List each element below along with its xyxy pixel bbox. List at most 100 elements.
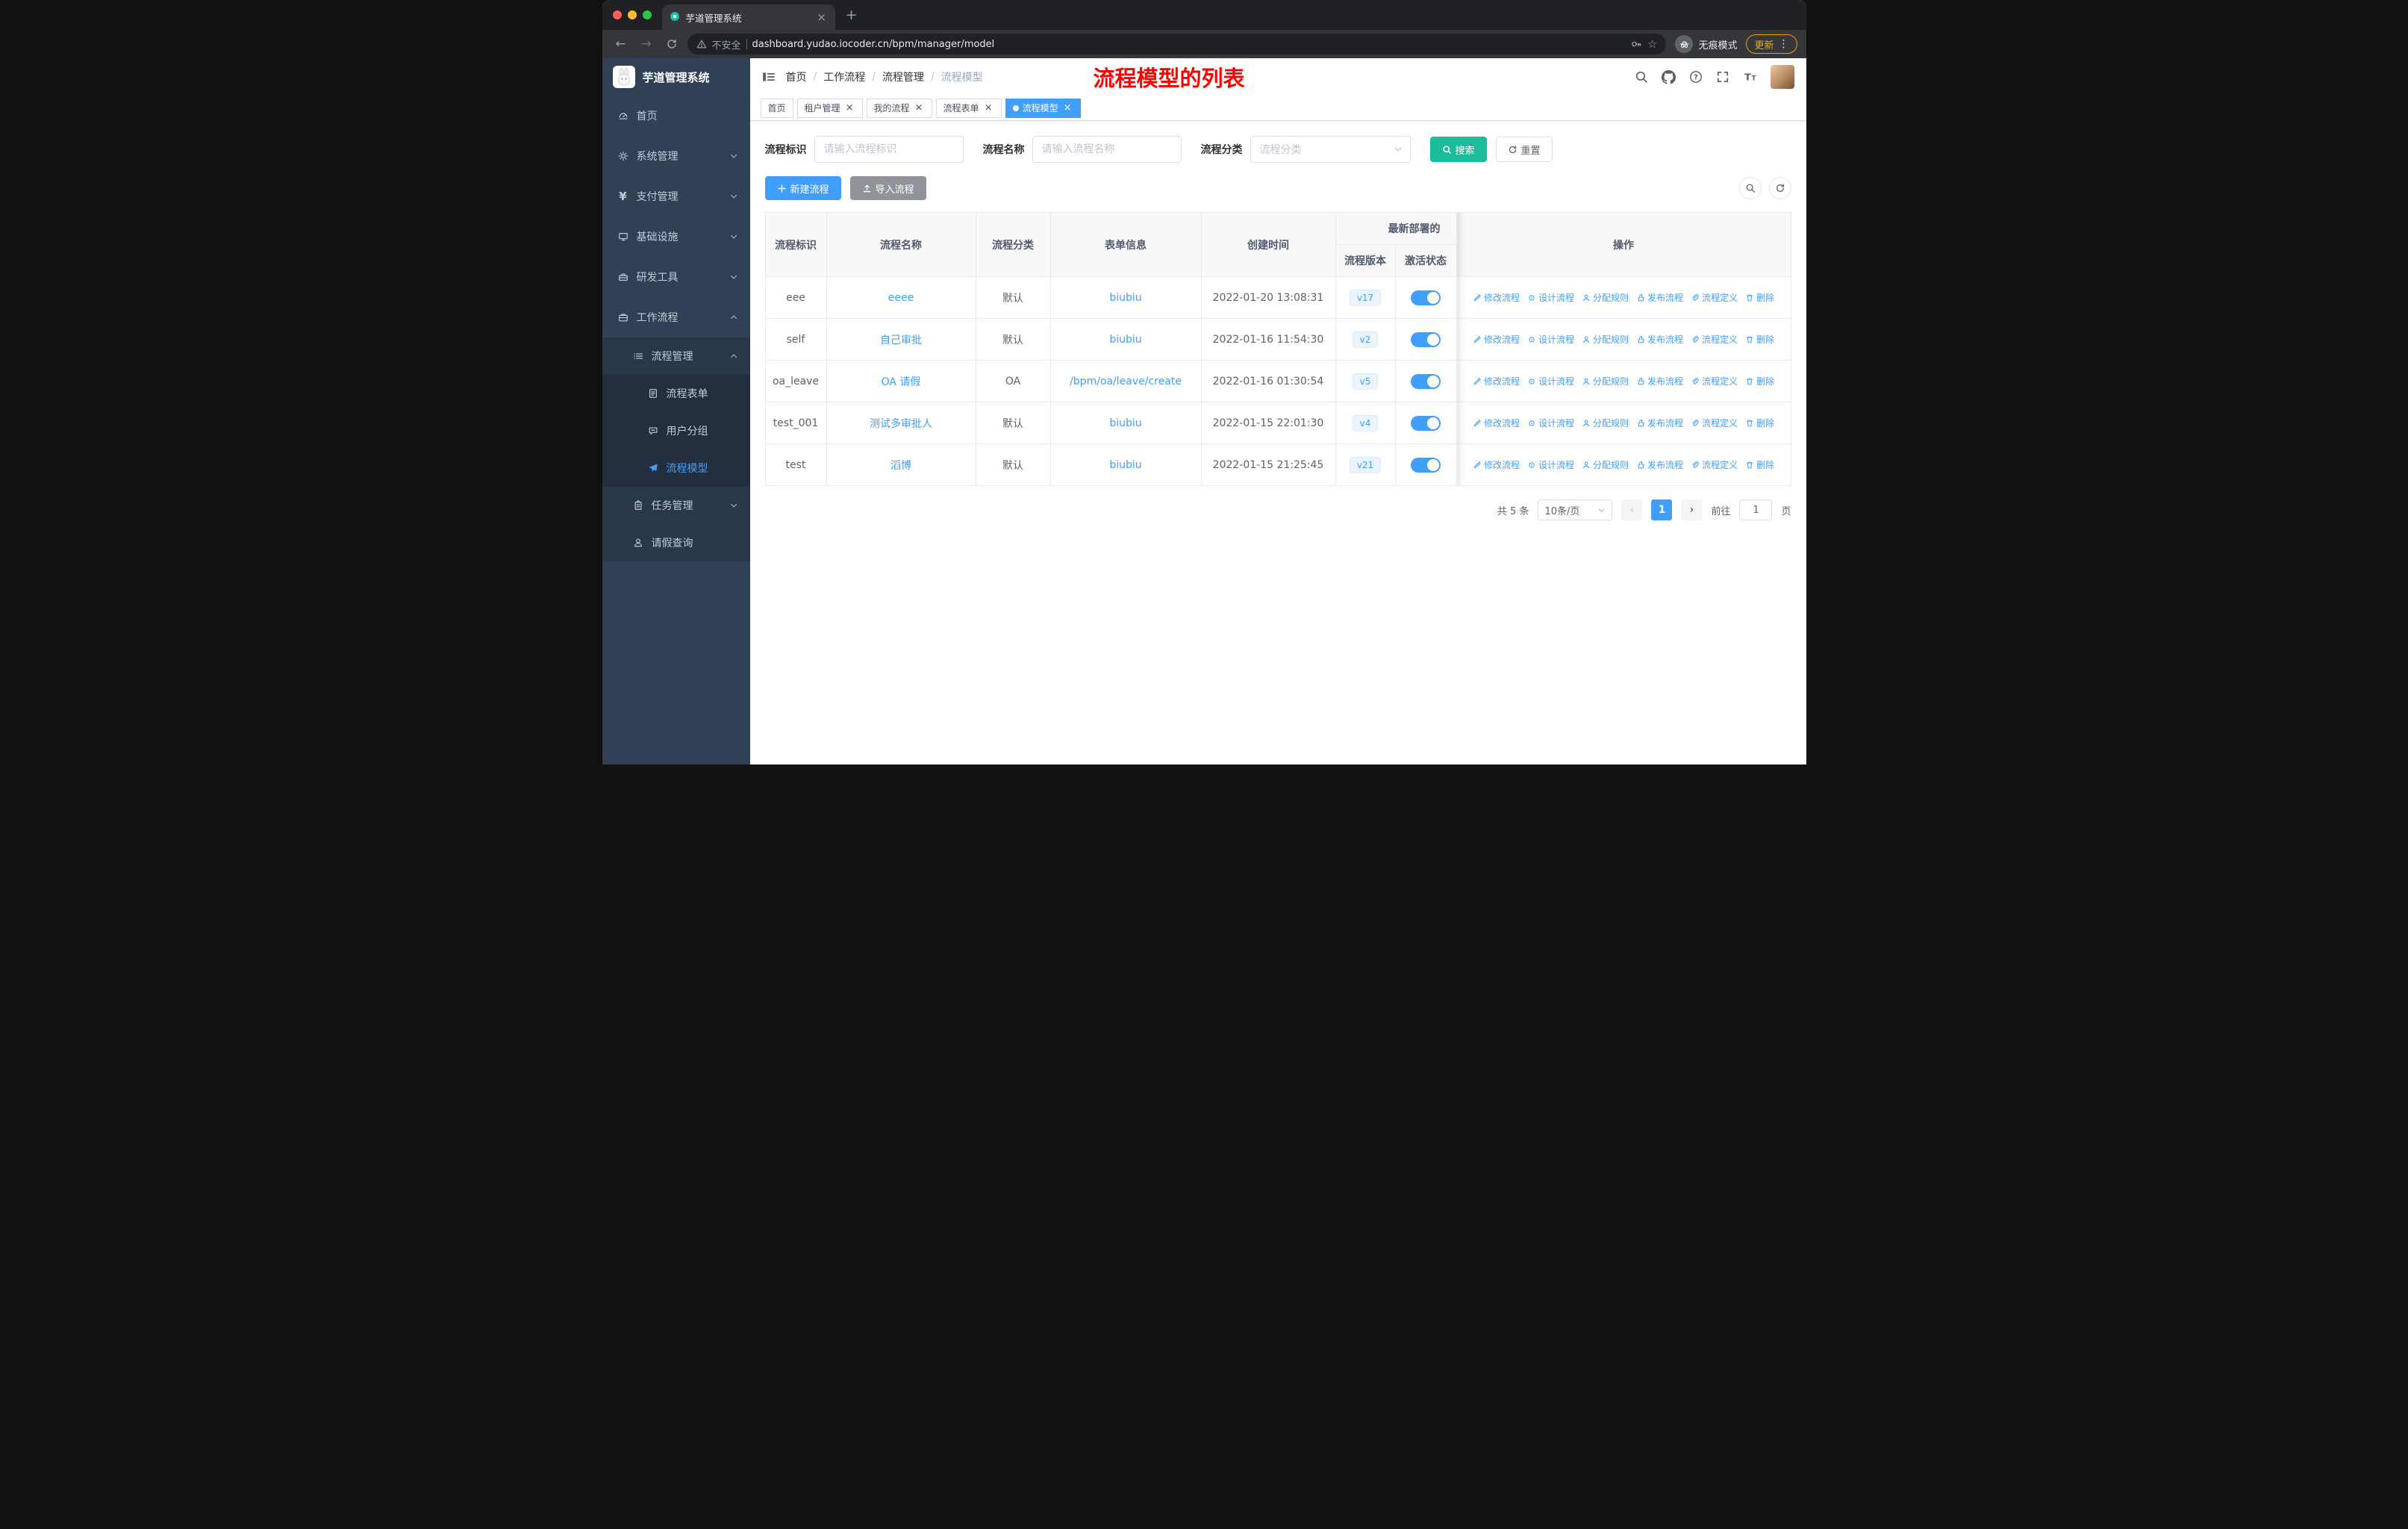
font-size-icon[interactable]: TT [1743, 70, 1757, 84]
action-delete-link[interactable]: 删除 [1745, 333, 1774, 346]
create-process-button[interactable]: 新建流程 [764, 176, 841, 200]
incognito-indicator[interactable]: 无痕模式 [1672, 35, 1740, 53]
fullscreen-icon[interactable] [1716, 70, 1729, 84]
sidebar-item-leave-query[interactable]: 请假查询 [602, 524, 750, 561]
sidebar-item-devtools[interactable]: 研发工具 [602, 257, 750, 297]
active-toggle[interactable] [1411, 457, 1441, 473]
sidebar-item-payment[interactable]: ¥ 支付管理 [602, 176, 750, 217]
form-info-link[interactable]: biubiu [1109, 417, 1141, 429]
security-label[interactable]: 不安全 [712, 37, 741, 52]
sidebar-item-process-mgmt[interactable]: 流程管理 [602, 337, 750, 375]
close-icon[interactable]: × [983, 102, 994, 113]
search-button[interactable]: 搜索 [1429, 137, 1487, 162]
process-id-input[interactable] [814, 136, 964, 163]
action-publish-link[interactable]: 发布流程 [1636, 333, 1683, 346]
back-icon[interactable]: ← [611, 34, 631, 54]
action-assign-link[interactable]: 分配规则 [1582, 458, 1629, 471]
reset-button[interactable]: 重置 [1495, 137, 1553, 162]
action-publish-link[interactable]: 发布流程 [1636, 291, 1683, 304]
goto-page-input[interactable] [1739, 499, 1773, 520]
action-delete-link[interactable]: 删除 [1745, 375, 1774, 387]
github-icon[interactable] [1661, 69, 1676, 84]
hamburger-icon[interactable] [762, 70, 776, 84]
action-publish-link[interactable]: 发布流程 [1636, 458, 1683, 471]
key-icon[interactable] [1630, 38, 1642, 50]
url-text[interactable]: dashboard.yudao.iocoder.cn/bpm/manager/m… [752, 39, 1626, 50]
action-edit-link[interactable]: 修改流程 [1473, 458, 1520, 471]
action-design-link[interactable]: 设计流程 [1527, 333, 1574, 346]
action-design-link[interactable]: 设计流程 [1527, 458, 1574, 471]
process-name-link[interactable]: eeee [888, 292, 914, 304]
active-toggle[interactable] [1411, 290, 1441, 305]
process-name-link[interactable]: OA 请假 [882, 376, 921, 388]
process-name-link[interactable]: 自己审批 [880, 334, 922, 346]
prev-page-button[interactable]: ‹ [1621, 499, 1643, 520]
view-tag[interactable]: 流程模型 × [1005, 98, 1081, 118]
bookmark-star-icon[interactable]: ☆ [1647, 37, 1657, 51]
active-toggle[interactable] [1411, 415, 1441, 431]
forward-icon[interactable]: → [637, 34, 656, 54]
action-edit-link[interactable]: 修改流程 [1473, 417, 1520, 429]
sidebar-item-process-model[interactable]: 流程模型 [602, 449, 750, 487]
browser-tab[interactable]: 芋道管理系统 × [661, 4, 835, 30]
window-zoom-button[interactable] [642, 10, 652, 19]
active-toggle[interactable] [1411, 373, 1441, 389]
action-assign-link[interactable]: 分配规则 [1582, 291, 1629, 304]
new-tab-button[interactable]: + [835, 7, 868, 23]
update-button[interactable]: 更新 ⋮ [1746, 34, 1797, 54]
view-tag[interactable]: 首页 [760, 98, 793, 118]
reload-icon[interactable] [662, 34, 681, 54]
sidebar-item-home[interactable]: 首页 [602, 96, 750, 136]
next-page-button[interactable]: › [1681, 499, 1703, 520]
action-edit-link[interactable]: 修改流程 [1473, 333, 1520, 346]
action-design-link[interactable]: 设计流程 [1527, 417, 1574, 429]
breadcrumb-item-workflow[interactable]: 工作流程 [823, 69, 865, 84]
refresh-table-button[interactable] [1768, 177, 1791, 199]
tab-close-icon[interactable]: × [816, 10, 828, 24]
action-definition-link[interactable]: 流程定义 [1691, 291, 1738, 304]
action-assign-link[interactable]: 分配规则 [1582, 417, 1629, 429]
sidebar-item-user-group[interactable]: 用户分组 [602, 412, 750, 449]
action-edit-link[interactable]: 修改流程 [1473, 375, 1520, 387]
search-icon[interactable] [1635, 70, 1648, 84]
action-edit-link[interactable]: 修改流程 [1473, 291, 1520, 304]
action-delete-link[interactable]: 删除 [1745, 291, 1774, 304]
close-icon[interactable]: × [914, 102, 925, 113]
action-publish-link[interactable]: 发布流程 [1636, 417, 1683, 429]
page-number-button[interactable]: 1 [1651, 499, 1673, 520]
user-avatar[interactable] [1770, 65, 1794, 89]
process-name-input[interactable] [1032, 136, 1182, 163]
form-info-link[interactable]: biubiu [1109, 334, 1141, 346]
sidebar-item-infra[interactable]: 基础设施 [602, 217, 750, 257]
process-name-link[interactable]: 滔博 [890, 460, 911, 472]
process-name-link[interactable]: 测试多审批人 [870, 418, 932, 430]
action-definition-link[interactable]: 流程定义 [1691, 458, 1738, 471]
action-delete-link[interactable]: 删除 [1745, 417, 1774, 429]
sidebar-item-workflow[interactable]: 工作流程 [602, 297, 750, 337]
view-tag[interactable]: 我的流程 × [866, 98, 932, 118]
window-close-button[interactable] [612, 10, 622, 19]
close-icon[interactable]: × [844, 102, 855, 113]
breadcrumb-item-home[interactable]: 首页 [786, 69, 807, 84]
window-minimize-button[interactable] [627, 10, 637, 19]
browser-menu-icon[interactable]: ⋮ [1779, 38, 1789, 50]
address-bar[interactable]: 不安全 dashboard.yudao.iocoder.cn/bpm/manag… [687, 34, 1667, 55]
app-logo[interactable]: 芋道管理系统 [602, 58, 750, 96]
view-tag[interactable]: 流程表单 × [935, 98, 1002, 118]
action-assign-link[interactable]: 分配规则 [1582, 333, 1629, 346]
action-definition-link[interactable]: 流程定义 [1691, 333, 1738, 346]
toggle-search-button[interactable] [1738, 177, 1762, 199]
action-definition-link[interactable]: 流程定义 [1691, 375, 1738, 387]
action-design-link[interactable]: 设计流程 [1527, 375, 1574, 387]
sidebar-item-process-form[interactable]: 流程表单 [602, 375, 750, 412]
page-size-select[interactable]: 10条/页 [1538, 499, 1613, 520]
sidebar-item-task-mgmt[interactable]: 任务管理 [602, 487, 750, 524]
help-icon[interactable]: ? [1689, 70, 1703, 84]
action-assign-link[interactable]: 分配规则 [1582, 375, 1629, 387]
form-info-link[interactable]: biubiu [1109, 459, 1141, 471]
active-toggle[interactable] [1411, 331, 1441, 347]
form-info-link[interactable]: biubiu [1109, 292, 1141, 304]
action-design-link[interactable]: 设计流程 [1527, 291, 1574, 304]
action-publish-link[interactable]: 发布流程 [1636, 375, 1683, 387]
view-tag[interactable]: 租户管理 × [796, 98, 863, 118]
